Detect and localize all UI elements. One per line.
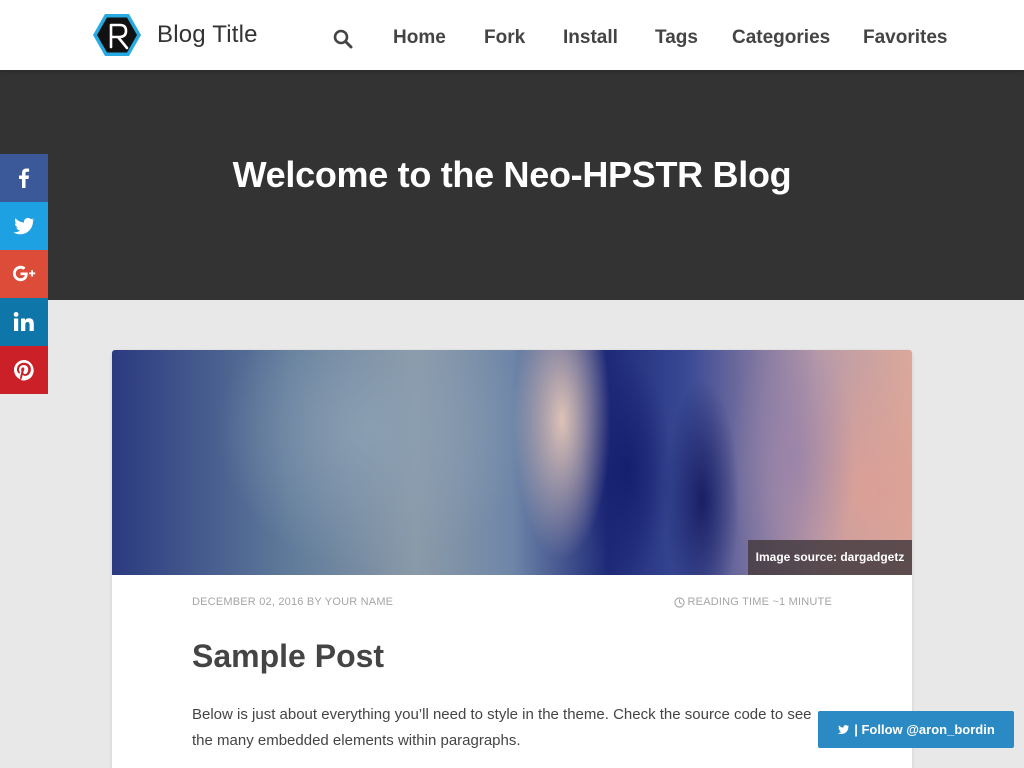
google-plus-icon [13, 265, 36, 282]
post-title[interactable]: Sample Post [192, 638, 384, 675]
twitter-icon [13, 217, 35, 235]
facebook-icon [19, 168, 30, 188]
feature-image[interactable]: Image source: dargadgetz [112, 350, 912, 575]
share-linkedin-button[interactable] [0, 298, 48, 346]
twitter-follow-button[interactable]: | Follow @aron_bordin [818, 711, 1014, 748]
linkedin-icon [13, 312, 34, 331]
post-card: Image source: dargadgetz December 02, 20… [112, 350, 912, 768]
nav-home[interactable]: Home [393, 27, 446, 49]
image-credit[interactable]: Image source: dargadgetz [748, 540, 912, 575]
social-share-bar [0, 154, 48, 394]
share-pinterest-button[interactable] [0, 346, 48, 394]
follow-label: | Follow @aron_bordin [854, 722, 995, 737]
nav-favorites[interactable]: Favorites [863, 27, 947, 49]
hero-banner: Welcome to the Neo-HPSTR Blog [0, 70, 1024, 300]
post-excerpt: Below is just about everything you’ll ne… [192, 706, 812, 749]
nav-categories[interactable]: Categories [732, 27, 830, 49]
share-twitter-button[interactable] [0, 202, 48, 250]
hero-title: Welcome to the Neo-HPSTR Blog [232, 154, 792, 195]
nav-install[interactable]: Install [563, 27, 618, 49]
nav-tags[interactable]: Tags [655, 27, 698, 49]
site-logo[interactable] [92, 12, 142, 58]
reading-time-label: Reading time ~1 minute [687, 596, 832, 608]
share-facebook-button[interactable] [0, 154, 48, 202]
pinterest-icon [14, 360, 34, 381]
reading-time: Reading time ~1 minute [673, 596, 832, 608]
nav-fork[interactable]: Fork [484, 27, 525, 49]
site-title[interactable]: Blog Title [157, 21, 258, 49]
clock-icon [673, 596, 685, 608]
share-google-plus-button[interactable] [0, 250, 48, 298]
post-date-author: December 02, 2016 by Your Name [192, 596, 394, 608]
top-navbar: Blog Title Home Fork Install Tags Catego… [0, 0, 1024, 70]
twitter-icon [838, 725, 850, 735]
search-icon[interactable] [333, 28, 353, 50]
